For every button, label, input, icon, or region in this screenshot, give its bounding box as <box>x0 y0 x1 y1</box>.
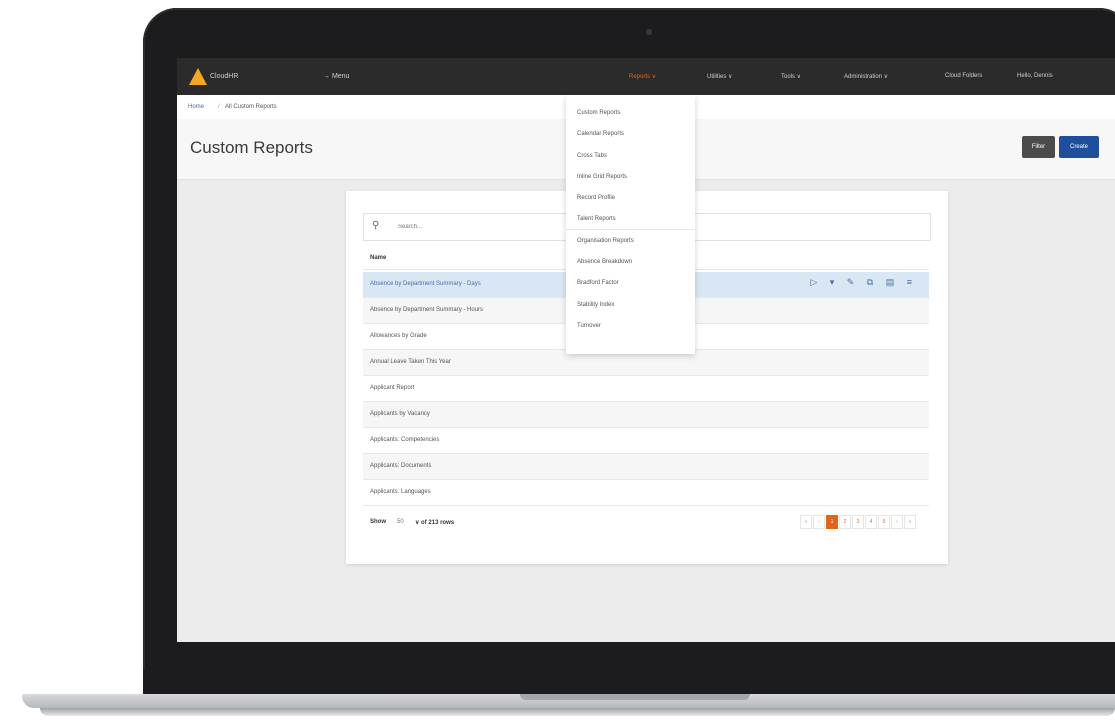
pagination-page-4[interactable]: 4 <box>865 515 877 529</box>
show-label: Show <box>370 519 386 525</box>
menu-item-stability-index[interactable]: Stability Index <box>577 302 614 308</box>
menu-item-custom-reports[interactable]: Custom Reports <box>577 110 620 116</box>
row-label: Applicants: Competencies <box>370 437 440 443</box>
page-title: Custom Reports <box>190 138 313 157</box>
menu-item-cross-tabs[interactable]: Cross Tabs <box>577 153 607 159</box>
pagination-page-2[interactable]: 2 <box>839 515 851 529</box>
table-row[interactable]: Applicants: Documents <box>363 454 929 480</box>
table-row[interactable]: Applicants by Vacancy <box>363 402 929 428</box>
page-size-select[interactable]: 50 <box>397 519 404 525</box>
search-icon[interactable]: ⚲ <box>372 220 386 234</box>
menu-item-talent-reports[interactable]: Talent Reports <box>577 216 616 222</box>
nav-cloud-folders[interactable]: Cloud Folders <box>945 73 982 79</box>
pagination-prev[interactable]: ‹ <box>813 515 825 529</box>
app-screen: CloudHR → Menu Reports ∨ Utilities ∨ Too… <box>177 58 1115 642</box>
nav-administration[interactable]: Administration ∨ <box>844 73 888 80</box>
menu-item-bradford-factor[interactable]: Bradford Factor <box>577 280 619 286</box>
menu-item-record-profile[interactable]: Record Profile <box>577 195 615 201</box>
reports-dropdown-menu: Custom Reports Calendar Reports Cross Ta… <box>566 95 695 354</box>
nav-tools[interactable]: Tools ∨ <box>781 73 801 80</box>
laptop-shadow <box>40 708 1115 716</box>
row-label: Applicant Report <box>370 385 415 391</box>
rows-info: ∨ of 213 rows <box>415 520 455 526</box>
create-button[interactable]: Create <box>1059 136 1099 158</box>
breadcrumb-separator: / <box>218 104 220 110</box>
breadcrumb-current: All Custom Reports <box>225 104 277 110</box>
row-label: Absence by Department Summary - Days <box>370 281 481 287</box>
pagination-page-5[interactable]: 5 <box>878 515 890 529</box>
column-header-label: Name <box>370 255 387 261</box>
menu-item-calendar-reports[interactable]: Calendar Reports <box>577 131 624 137</box>
app-name: CloudHR <box>210 73 239 80</box>
row-label: Allowances by Grade <box>370 333 427 339</box>
pagination-page-3[interactable]: 3 <box>852 515 864 529</box>
pagination-next[interactable]: › <box>891 515 903 529</box>
pagination-last[interactable]: » <box>904 515 916 529</box>
row-actions-icons[interactable]: ▷ ▾ ✎ ⧉ ▤ ≡ <box>810 277 917 288</box>
camera-icon <box>646 29 652 35</box>
table-footer: Show 50 ∨ of 213 rows «‹ 1 2 3 4 5 ›» <box>363 509 929 535</box>
menu-button[interactable]: → Menu <box>323 73 349 80</box>
pagination-first[interactable]: « <box>800 515 812 529</box>
menu-item-absence-breakdown[interactable]: Absence Breakdown <box>577 259 632 265</box>
nav-reports[interactable]: Reports ∨ <box>629 73 656 80</box>
table-row[interactable]: Applicants: Competencies <box>363 428 929 454</box>
menu-item-organisation-reports[interactable]: Organisation Reports <box>577 238 634 244</box>
cloudhr-logo-icon <box>189 68 207 85</box>
table-row[interactable]: Applicants: Languages <box>363 480 929 506</box>
row-label: Applicants: Documents <box>370 463 432 469</box>
top-navigation: CloudHR → Menu Reports ∨ Utilities ∨ Too… <box>177 58 1115 95</box>
laptop-notch <box>520 694 750 700</box>
row-label: Annual Leave Taken This Year <box>370 359 451 365</box>
user-menu[interactable]: Hello, Dennis <box>1017 73 1053 79</box>
row-label: Absence by Department Summary - Hours <box>370 307 484 313</box>
pagination: «‹ 1 2 3 4 5 ›» <box>799 515 916 529</box>
menu-item-turnover[interactable]: Turnover <box>577 323 601 329</box>
row-label: Applicants by Vacancy <box>370 411 430 417</box>
menu-divider <box>566 229 695 230</box>
breadcrumb-home[interactable]: Home <box>188 104 204 110</box>
pagination-page-1[interactable]: 1 <box>826 515 838 529</box>
filter-button[interactable]: Filter <box>1022 136 1055 158</box>
row-label: Applicants: Languages <box>370 489 431 495</box>
nav-utilities[interactable]: Utilities ∨ <box>707 73 732 80</box>
table-row[interactable]: Applicant Report <box>363 376 929 402</box>
menu-item-inline-grid-reports[interactable]: Inline Grid Reports <box>577 174 627 180</box>
